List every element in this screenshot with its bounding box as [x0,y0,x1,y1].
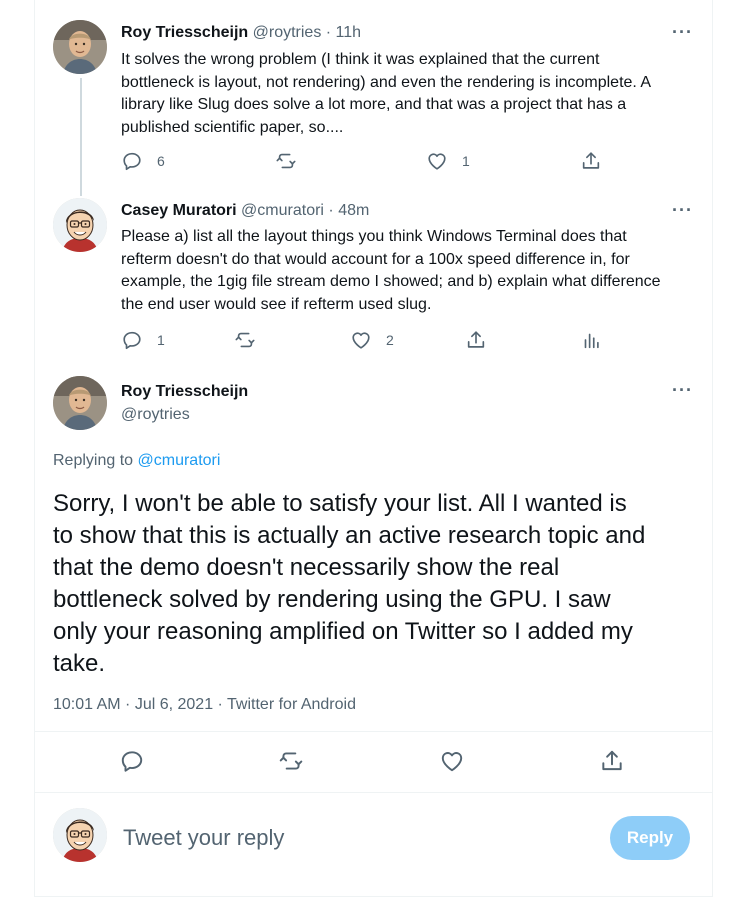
like-icon [350,329,372,351]
tweet-meta[interactable]: 10:01 AM · Jul 6, 2021 · Twitter for And… [53,696,356,714]
reply-icon [121,329,143,351]
retweet-button[interactable] [234,329,256,351]
tweet-text: Please a) list all the layout things you… [121,228,661,313]
share-icon [580,150,602,172]
avatar [53,808,107,862]
author-name[interactable]: Roy Triesscheijn [121,24,248,41]
tweet-text: It solves the wrong problem (I think it … [121,51,652,136]
reply-count: 6 [157,153,165,169]
like-count: 1 [462,153,470,169]
author-handle[interactable]: @cmuratori [241,202,324,219]
analytics-icon [580,329,602,351]
author-handle[interactable]: @roytries [121,406,190,424]
divider [35,792,712,793]
tweet-header: Casey Muratori @cmuratori · 48m [121,202,369,220]
like-icon [439,748,465,774]
more-icon[interactable]: ··· [672,22,693,43]
like-count: 2 [386,332,394,348]
divider [35,731,712,732]
main-tweet-text: Sorry, I won't be able to satisfy your l… [53,490,646,677]
replying-to-link[interactable]: @cmuratori [138,452,221,469]
avatar[interactable] [53,198,107,252]
reply-icon [119,748,145,774]
more-icon[interactable]: ··· [672,380,693,401]
analytics-button[interactable] [580,329,602,351]
like-button[interactable] [439,748,465,774]
like-icon [426,150,448,172]
retweet-icon [234,329,256,351]
replying-to-label: Replying to [53,452,134,469]
retweet-icon [275,150,297,172]
tweet-time[interactable]: · 11h [326,24,361,41]
like-button[interactable]: 1 [426,150,470,172]
retweet-button[interactable] [275,150,297,172]
tweet-header: Roy Triesscheijn @roytries · 11h [121,24,361,42]
reply-count: 1 [157,332,165,348]
reply-icon [121,150,143,172]
share-button[interactable] [580,150,602,172]
tweet-time[interactable]: · 48m [328,202,369,219]
replying-to: Replying to @cmuratori [53,452,220,470]
conversation-column: Roy Triesscheijn @roytries · 11h ··· It … [34,0,713,897]
share-icon [599,748,625,774]
thread-line [80,78,82,196]
like-button[interactable]: 2 [350,329,394,351]
avatar[interactable] [53,20,107,74]
author-name[interactable]: Roy Triesscheijn [121,383,248,401]
reply-input[interactable]: Tweet your reply [123,825,284,851]
retweet-icon [278,748,304,774]
share-icon [465,329,487,351]
avatar[interactable] [53,376,107,430]
more-icon[interactable]: ··· [672,200,693,221]
retweet-button[interactable] [278,748,304,774]
author-handle[interactable]: @roytries [253,24,322,41]
author-name[interactable]: Casey Muratori [121,202,237,219]
reply-button[interactable] [119,748,145,774]
reply-button[interactable]: 1 [121,329,165,351]
reply-button[interactable]: 6 [121,150,165,172]
reply-submit-button[interactable]: Reply [610,816,690,860]
share-button[interactable] [465,329,487,351]
share-button[interactable] [599,748,625,774]
